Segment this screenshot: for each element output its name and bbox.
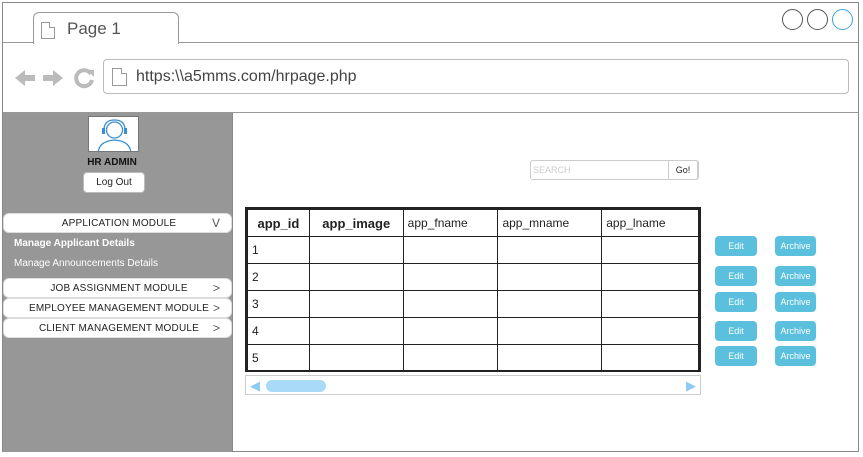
edit-button[interactable]: Edit xyxy=(715,321,757,341)
table-cell xyxy=(308,290,404,318)
table-row[interactable]: 1 xyxy=(247,236,699,264)
table-cell: 4 xyxy=(247,317,310,345)
navigation-bar: https:\\a5mms.com/hrpage.php xyxy=(3,43,858,113)
table-cell xyxy=(402,263,499,291)
chevron-right-icon: > xyxy=(212,321,220,335)
back-arrow-icon[interactable] xyxy=(13,67,37,89)
table-cell xyxy=(308,344,404,372)
edit-button[interactable]: Edit xyxy=(715,236,757,256)
scroll-left-icon[interactable]: ◀ xyxy=(250,378,260,394)
url-text: https:\\a5mms.com/hrpage.php xyxy=(136,68,357,85)
table-cell xyxy=(497,290,603,318)
table-cell xyxy=(308,317,404,345)
table-row[interactable]: 4 xyxy=(247,317,699,345)
tab-strip: Page 1 xyxy=(3,3,858,44)
module-label: APPLICATION MODULE xyxy=(61,218,177,229)
refresh-icon[interactable] xyxy=(73,67,97,89)
table-cell: 2 xyxy=(247,263,310,291)
table-cell xyxy=(308,263,404,291)
user-role-label: HR ADMIN xyxy=(87,157,137,168)
table-cell xyxy=(402,317,499,345)
archive-button[interactable]: Archive xyxy=(775,292,816,312)
search-box: Go! xyxy=(530,160,699,180)
module-label: CLIENT MANAGEMENT MODULE xyxy=(38,323,199,334)
column-header-app-lname: app_lname xyxy=(601,209,699,237)
module-job-assignment[interactable]: JOB ASSIGNMENT MODULE > xyxy=(3,278,232,298)
table-cell xyxy=(601,317,699,345)
table-row[interactable]: 3 xyxy=(247,290,699,318)
table-header-row: app_id app_image app_fname app_mname app… xyxy=(247,209,699,237)
table-cell xyxy=(402,236,499,264)
window-close-button[interactable] xyxy=(832,9,853,30)
table-cell xyxy=(402,290,499,318)
search-go-button[interactable]: Go! xyxy=(668,160,698,180)
module-client-management[interactable]: CLIENT MANAGEMENT MODULE > xyxy=(3,318,232,338)
chevron-down-icon: V xyxy=(211,216,220,230)
archive-button[interactable]: Archive xyxy=(775,346,816,366)
sidebar-item-manage-applicant-details[interactable]: Manage Applicant Details xyxy=(14,238,135,249)
table-cell: 5 xyxy=(247,344,310,372)
table-row[interactable]: 2 xyxy=(247,263,699,291)
table-cell xyxy=(308,236,404,264)
window-maximize-button[interactable] xyxy=(807,9,828,30)
browser-tab[interactable]: Page 1 xyxy=(33,12,179,44)
table-cell: 1 xyxy=(247,236,310,264)
search-input[interactable] xyxy=(533,163,667,177)
table-cell xyxy=(601,344,699,372)
column-header-app-fname: app_fname xyxy=(402,209,499,237)
logout-button[interactable]: Log Out xyxy=(83,172,145,193)
table-cell xyxy=(402,344,499,372)
edit-button[interactable]: Edit xyxy=(715,346,757,366)
table-cell xyxy=(601,263,699,291)
table-horizontal-scrollbar[interactable]: ◀ ▶ xyxy=(245,375,701,395)
sidebar: HR ADMIN Log Out APPLICATION MODULE V Ma… xyxy=(3,113,233,452)
page-icon xyxy=(112,68,127,86)
archive-button[interactable]: Archive xyxy=(775,236,816,256)
module-label: EMPLOYEE MANAGEMENT MODULE xyxy=(28,303,210,314)
column-header-app-image: app_image xyxy=(308,209,404,237)
table-row[interactable]: 5 xyxy=(247,344,699,372)
archive-button[interactable]: Archive xyxy=(775,321,816,341)
table-cell xyxy=(497,317,603,345)
module-label: JOB ASSIGNMENT MODULE xyxy=(50,283,188,294)
address-bar[interactable]: https:\\a5mms.com/hrpage.php xyxy=(103,59,849,94)
applicant-table: app_id app_image app_fname app_mname app… xyxy=(245,207,701,372)
table-cell xyxy=(601,290,699,318)
table-cell xyxy=(497,344,603,372)
column-header-app-id: app_id xyxy=(247,209,310,237)
forward-arrow-icon[interactable] xyxy=(41,67,65,89)
column-header-app-mname: app_mname xyxy=(497,209,603,237)
avatar-icon xyxy=(88,116,139,152)
archive-button[interactable]: Archive xyxy=(775,266,816,286)
edit-button[interactable]: Edit xyxy=(715,292,757,312)
module-application[interactable]: APPLICATION MODULE V xyxy=(3,213,232,233)
table-cell xyxy=(601,236,699,264)
module-employee-management[interactable]: EMPLOYEE MANAGEMENT MODULE > xyxy=(3,298,232,318)
edit-button[interactable]: Edit xyxy=(715,266,757,286)
chevron-right-icon: > xyxy=(212,301,220,315)
table-cell xyxy=(497,236,603,264)
sidebar-item-manage-announcements-details[interactable]: Manage Announcements Details xyxy=(14,258,158,269)
tab-title: Page 1 xyxy=(67,19,121,38)
page-icon xyxy=(41,22,55,39)
scroll-right-icon[interactable]: ▶ xyxy=(686,378,696,394)
scroll-thumb[interactable] xyxy=(266,380,326,392)
window-minimize-button[interactable] xyxy=(782,9,803,30)
chevron-right-icon: > xyxy=(212,281,220,295)
table-cell xyxy=(497,263,603,291)
table-cell: 3 xyxy=(247,290,310,318)
